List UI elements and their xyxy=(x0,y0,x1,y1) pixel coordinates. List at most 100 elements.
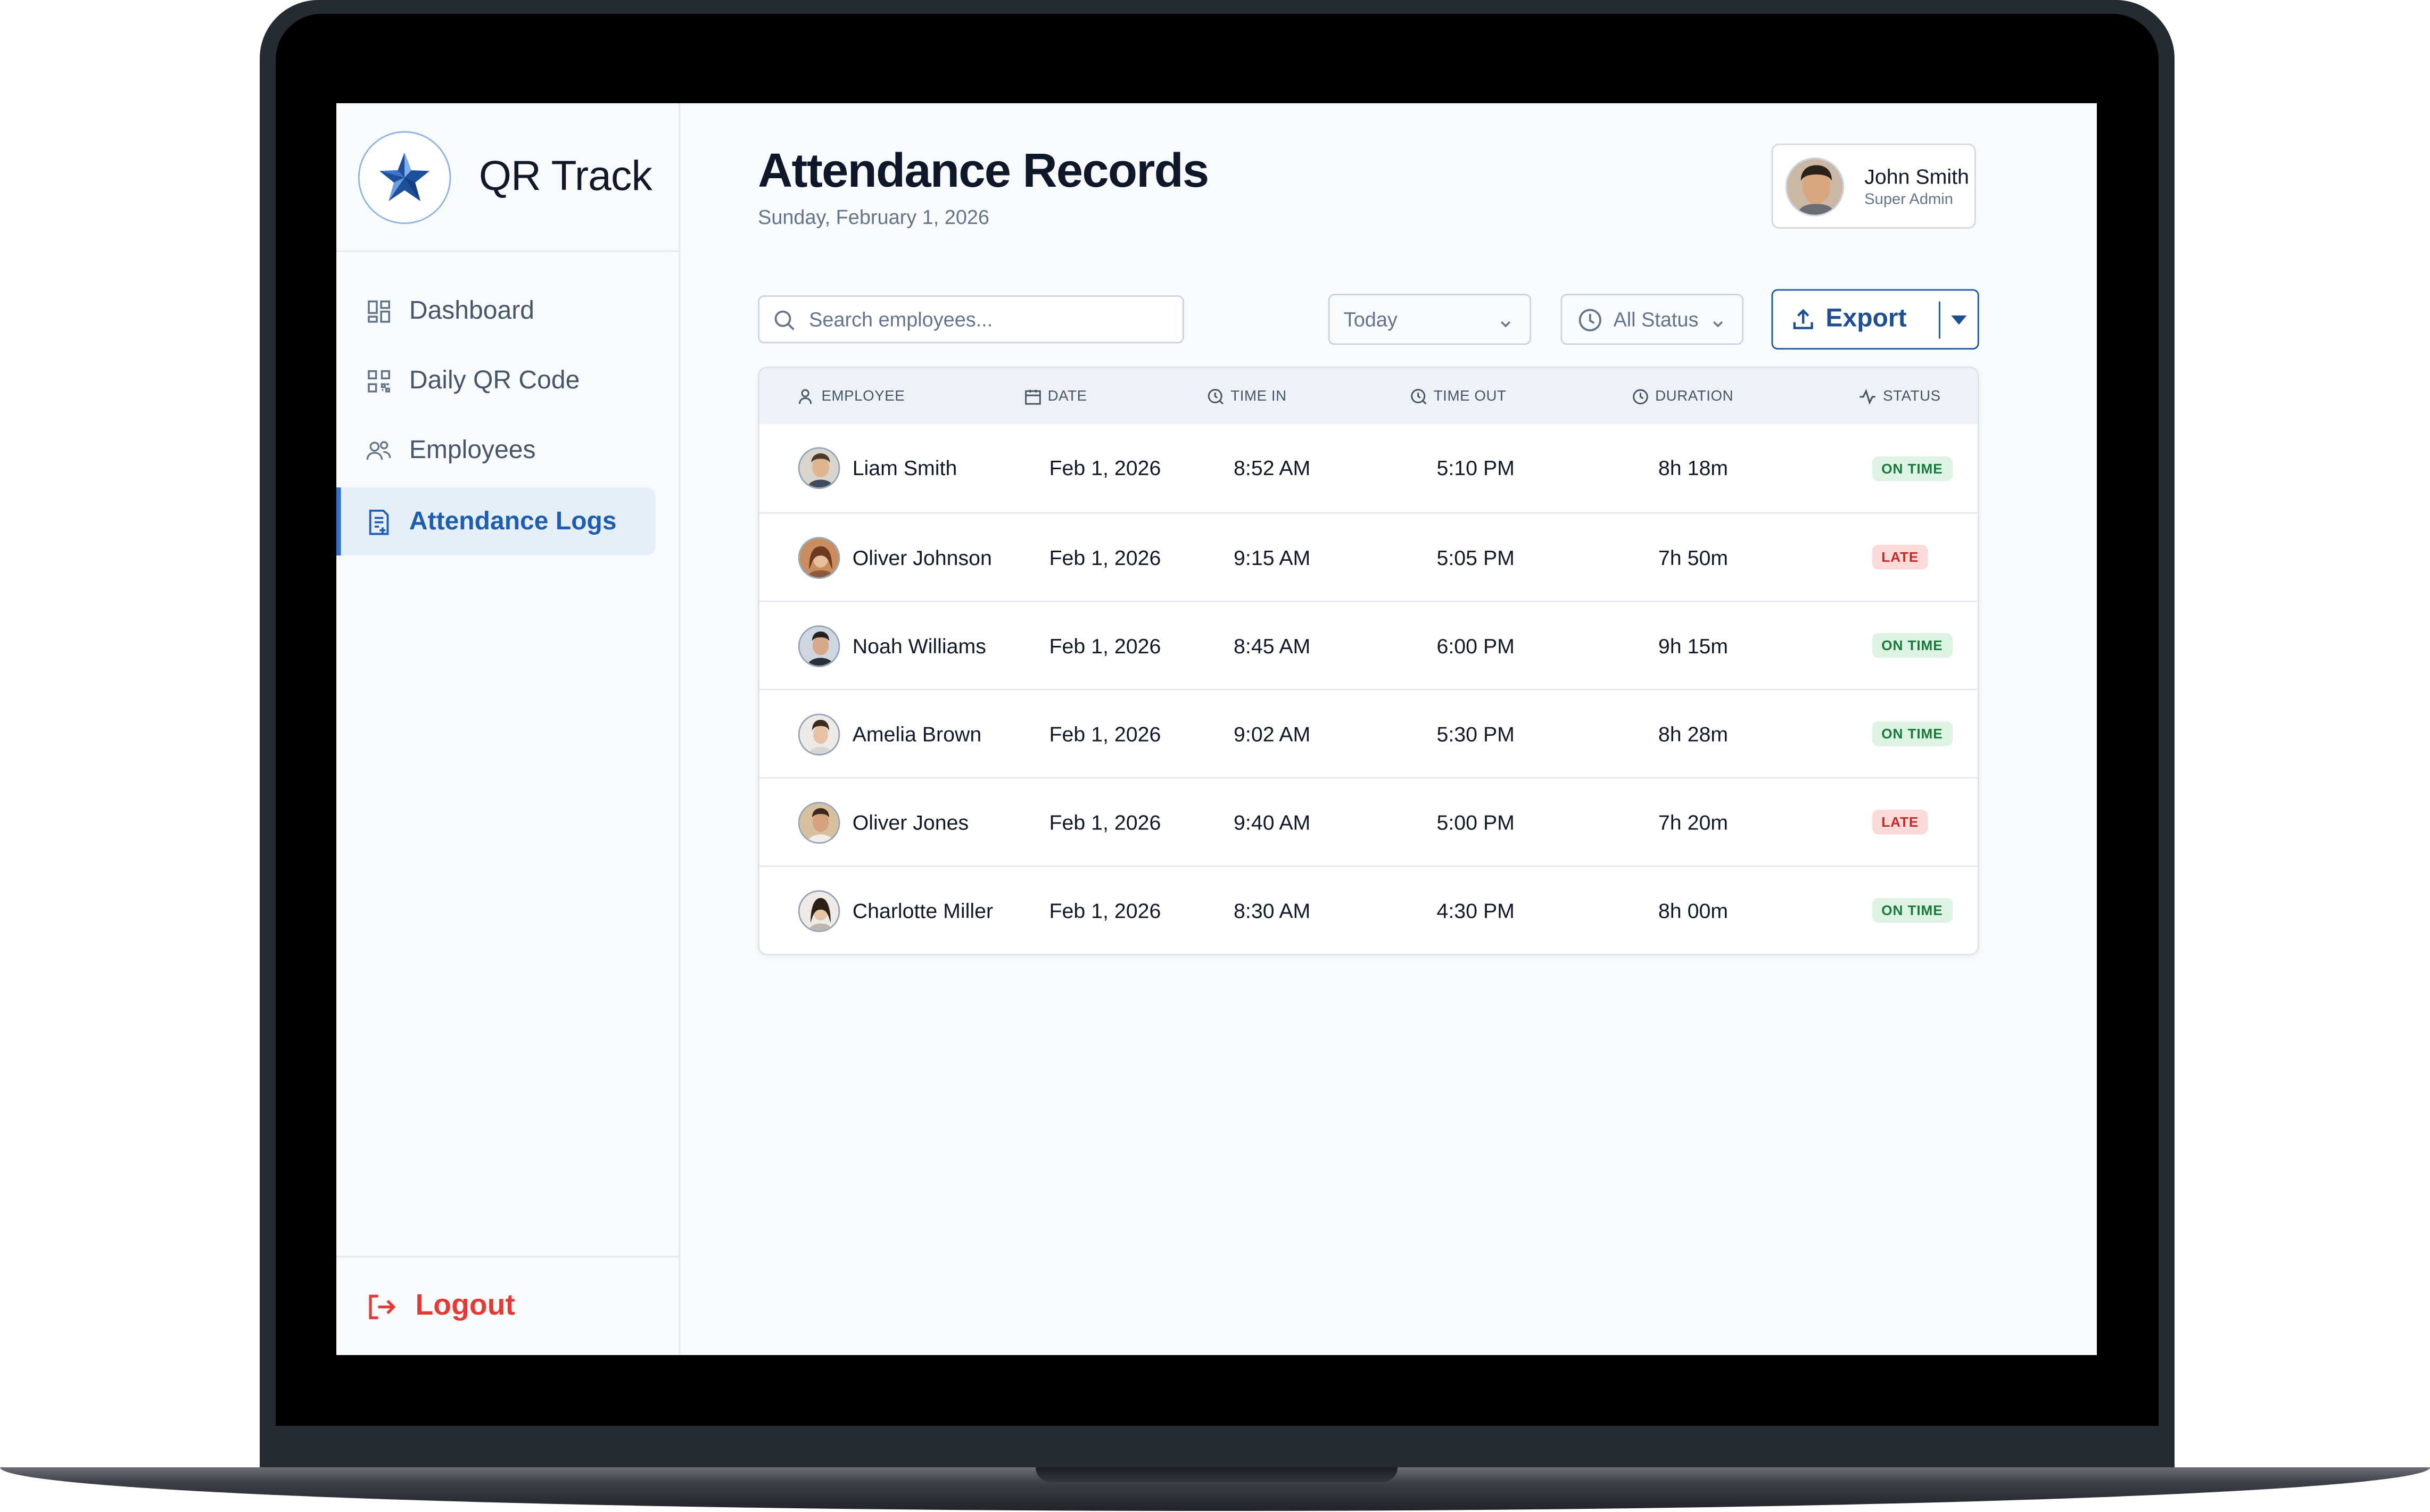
time-out-cell: 5:05 PM xyxy=(1436,545,1515,569)
app-window: QR Track Dashboard Daily QR Code Employe… xyxy=(336,103,2097,1355)
column-header-label: TIME OUT xyxy=(1433,387,1507,405)
user-meta: John Smith Super Admin xyxy=(1864,164,1969,208)
export-split-button: Export xyxy=(1771,289,1979,350)
duration-cell: 8h 00m xyxy=(1658,899,1729,922)
star-logo-icon xyxy=(358,130,451,223)
status-badge: ON TIME xyxy=(1872,455,1953,481)
avatar xyxy=(798,712,840,755)
duration-cell: 8h 28m xyxy=(1658,722,1729,746)
avatar xyxy=(798,624,840,667)
user-role: Super Admin xyxy=(1864,190,1953,208)
avatar xyxy=(798,801,840,843)
column-header-time-in[interactable]: TIME IN xyxy=(1208,368,1287,424)
column-header-time-out[interactable]: TIME OUT xyxy=(1410,368,1507,424)
sidebar: QR Track Dashboard Daily QR Code Employe… xyxy=(336,103,681,1355)
table-row[interactable]: Amelia Brown Feb 1, 2026 9:02 AM 5:30 PM… xyxy=(759,688,1978,777)
search-icon xyxy=(773,309,795,330)
chevron-down-icon xyxy=(1711,312,1725,336)
export-button[interactable]: Export xyxy=(1773,290,1939,348)
status-cell: LATE xyxy=(1872,779,1928,866)
upload-icon xyxy=(1791,308,1815,331)
column-header-label: DURATION xyxy=(1655,387,1734,405)
date-cell: Feb 1, 2026 xyxy=(1049,810,1161,834)
column-header-status[interactable]: STATUS xyxy=(1858,368,1941,424)
avatar xyxy=(798,536,840,578)
table-header: EMPLOYEE DATE TIME IN TIME OUT DURATION … xyxy=(759,368,1978,424)
status-filter-select[interactable]: All Status xyxy=(1560,294,1744,345)
sidebar-item-dashboard[interactable]: Dashboard xyxy=(336,277,656,345)
time-out-cell: 6:00 PM xyxy=(1436,634,1515,658)
time-in-cell: 8:52 AM xyxy=(1234,456,1311,480)
status-filter-value: All Status xyxy=(1613,308,1699,331)
status-badge: ON TIME xyxy=(1872,633,1953,658)
time-in-cell: 8:30 AM xyxy=(1234,899,1311,922)
date-cell: Feb 1, 2026 xyxy=(1049,899,1161,922)
table-row[interactable]: Oliver Jones Feb 1, 2026 9:40 AM 5:00 PM… xyxy=(759,777,1978,866)
sidebar-item-label: Attendance Logs xyxy=(409,506,617,535)
employee-name: Oliver Jones xyxy=(852,810,969,834)
page-title: Attendance Records xyxy=(758,143,1209,198)
employee-name: Oliver Johnson xyxy=(852,545,992,569)
logout-icon xyxy=(366,1291,396,1322)
user-profile[interactable]: John Smith Super Admin xyxy=(1771,143,1976,229)
table-row[interactable]: Oliver Johnson Feb 1, 2026 9:15 AM 5:05 … xyxy=(759,512,1978,601)
calendar-icon xyxy=(1024,387,1042,404)
employee-cell: Charlotte Miller xyxy=(798,867,993,954)
history-icon xyxy=(1632,387,1649,404)
employee-name: Noah Williams xyxy=(852,634,986,658)
date-cell: Feb 1, 2026 xyxy=(1049,456,1161,480)
time-out-cell: 4:30 PM xyxy=(1436,899,1515,922)
clock-out-icon xyxy=(1410,387,1427,404)
attendance-log-icon xyxy=(364,508,392,535)
duration-cell: 8h 18m xyxy=(1658,456,1729,480)
duration-cell: 7h 20m xyxy=(1658,810,1729,834)
qr-code-icon xyxy=(364,367,392,394)
activity-icon xyxy=(1858,387,1877,404)
main-content: Attendance Records Sunday, February 1, 2… xyxy=(680,103,2097,1355)
date-filter-value: Today xyxy=(1343,308,1398,331)
laptop-notch xyxy=(1036,1467,1398,1482)
table-row[interactable]: Noah Williams Feb 1, 2026 8:45 AM 6:00 P… xyxy=(759,600,1978,689)
status-cell: LATE xyxy=(1872,514,1928,601)
table-body: Liam Smith Feb 1, 2026 8:52 AM 5:10 PM 8… xyxy=(759,424,1978,954)
column-header-date[interactable]: DATE xyxy=(1024,368,1087,424)
sidebar-item-daily-qr-code[interactable]: Daily QR Code xyxy=(336,346,656,414)
sidebar-item-employees[interactable]: Employees xyxy=(336,416,656,484)
time-out-cell: 5:10 PM xyxy=(1436,456,1515,480)
avatar xyxy=(798,447,840,489)
employee-cell: Liam Smith xyxy=(798,424,957,512)
clock-in-icon xyxy=(1208,387,1225,404)
export-menu-button[interactable] xyxy=(1940,290,1978,348)
date-filter-select[interactable]: Today xyxy=(1328,294,1532,345)
brand: QR Track xyxy=(336,103,679,252)
time-in-cell: 8:45 AM xyxy=(1234,634,1311,658)
search-box[interactable] xyxy=(758,295,1184,344)
logout-button[interactable]: Logout xyxy=(336,1256,679,1355)
sidebar-item-label: Daily QR Code xyxy=(409,365,580,394)
search-input[interactable] xyxy=(806,306,1169,333)
duration-cell: 9h 15m xyxy=(1658,634,1729,658)
caret-down-icon xyxy=(1949,313,1968,326)
column-header-employee[interactable]: EMPLOYEE xyxy=(798,368,905,424)
page-date: Sunday, February 1, 2026 xyxy=(758,205,989,229)
column-header-duration[interactable]: DURATION xyxy=(1632,368,1733,424)
status-badge: ON TIME xyxy=(1872,721,1953,746)
date-cell: Feb 1, 2026 xyxy=(1049,722,1161,746)
status-cell: ON TIME xyxy=(1872,602,1953,689)
employees-icon xyxy=(364,436,392,464)
sidebar-item-label: Dashboard xyxy=(409,296,534,324)
column-header-label: STATUS xyxy=(1883,387,1941,405)
table-row[interactable]: Charlotte Miller Feb 1, 2026 8:30 AM 4:3… xyxy=(759,865,1978,954)
employee-cell: Oliver Jones xyxy=(798,779,969,866)
status-cell: ON TIME xyxy=(1872,691,1953,777)
sidebar-item-attendance-logs[interactable]: Attendance Logs xyxy=(336,487,656,556)
chevron-down-icon xyxy=(1499,312,1512,336)
table-row[interactable]: Liam Smith Feb 1, 2026 8:52 AM 5:10 PM 8… xyxy=(759,424,1978,512)
brand-name: QR Track xyxy=(478,153,652,200)
time-in-cell: 9:15 AM xyxy=(1234,545,1311,569)
export-label: Export xyxy=(1825,304,1907,333)
column-header-label: EMPLOYEE xyxy=(821,387,905,405)
employee-cell: Oliver Johnson xyxy=(798,514,992,601)
time-out-cell: 5:00 PM xyxy=(1436,810,1515,834)
column-header-label: TIME IN xyxy=(1230,387,1287,405)
